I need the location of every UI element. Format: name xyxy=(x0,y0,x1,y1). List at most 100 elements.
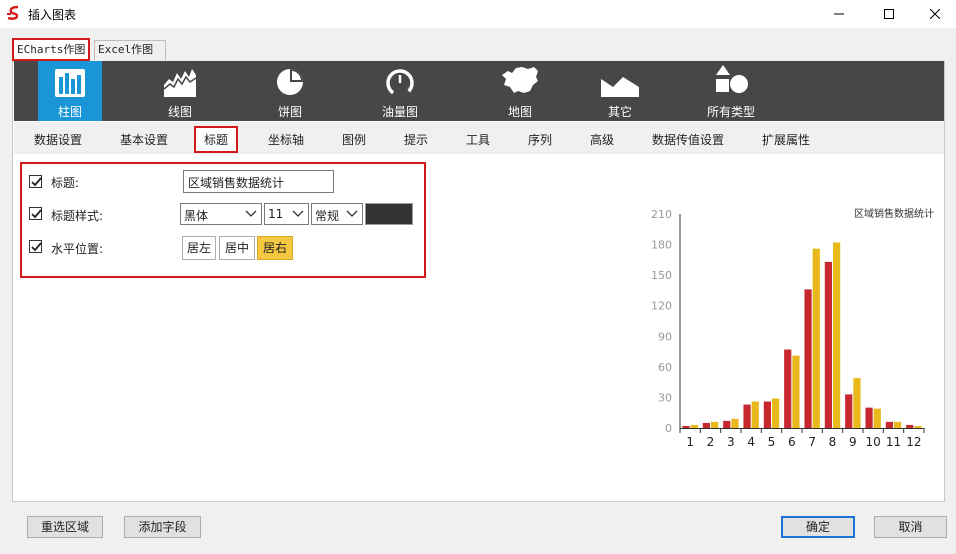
chart-bar xyxy=(853,378,861,428)
tab-series[interactable]: 序列 xyxy=(528,131,552,148)
minimize-icon xyxy=(834,13,844,15)
tab-data-settings[interactable]: 数据设置 xyxy=(34,131,82,148)
x-tick-label: 3 xyxy=(727,435,735,449)
chart-bar xyxy=(885,421,893,428)
chart-type-pie-item[interactable]: 饼图 xyxy=(258,61,322,121)
chart-bar xyxy=(731,418,739,428)
chart-type-label: 线图 xyxy=(167,105,192,119)
tab-tooltip[interactable]: 提示 xyxy=(404,131,428,148)
chart-type-gauge-item[interactable]: 油量图 xyxy=(368,61,432,121)
chart-bar xyxy=(914,425,922,428)
gauge-icon xyxy=(386,69,414,97)
y-tick-label: 120 xyxy=(651,300,672,313)
chart-bar xyxy=(743,404,751,428)
x-tick-label: 2 xyxy=(707,435,715,449)
x-tick-label: 8 xyxy=(829,435,837,449)
chart-type-map-item[interactable]: 地图 xyxy=(488,61,552,121)
tab-title[interactable]: 标题 xyxy=(194,126,239,153)
x-tick-label: 6 xyxy=(788,435,796,449)
align-center-button[interactable]: 居中 xyxy=(219,236,255,260)
chart-type-bar: 柱图 线图 饼图 油量图 地图 其它 所有类型 xyxy=(14,61,944,121)
title-checkbox[interactable] xyxy=(29,175,42,188)
maximize-icon xyxy=(884,9,894,19)
title-input[interactable]: 区域销售数据统计 xyxy=(183,170,334,193)
chart-type-label: 所有类型 xyxy=(706,105,755,119)
chart-bar xyxy=(906,424,914,428)
chevron-down-icon xyxy=(245,210,257,217)
close-icon xyxy=(930,9,940,19)
checkmark-icon xyxy=(31,177,42,187)
chart-bar xyxy=(751,401,759,428)
chart-bar xyxy=(784,349,792,428)
chart-bar xyxy=(894,421,902,428)
tab-tools[interactable]: 工具 xyxy=(466,131,490,148)
y-tick-label: 180 xyxy=(651,239,672,252)
shapes-icon xyxy=(716,65,748,93)
app-logo-icon xyxy=(7,5,19,20)
chart-bar xyxy=(873,408,881,428)
bar-chart-icon xyxy=(55,69,85,97)
chart-type-all-item[interactable]: 所有类型 xyxy=(694,61,768,121)
y-tick-label: 30 xyxy=(658,391,672,404)
font-color-picker[interactable] xyxy=(365,203,413,225)
title-style-label: 标题样式: xyxy=(51,209,104,223)
chart-type-label: 柱图 xyxy=(57,105,82,119)
chart-bar xyxy=(723,420,731,428)
window-title: 插入图表 xyxy=(28,8,77,22)
chart-bar xyxy=(711,421,719,428)
close-button[interactable] xyxy=(912,0,956,28)
tab-excel[interactable]: Excel作图 xyxy=(94,40,166,60)
chart-bar xyxy=(702,422,710,428)
maximize-button[interactable] xyxy=(866,0,912,28)
title-bar: 插入图表 xyxy=(0,0,956,28)
chart-bar xyxy=(833,242,841,428)
add-field-button[interactable]: 添加字段 xyxy=(124,516,201,538)
chart-bar xyxy=(772,398,780,428)
tab-axis[interactable]: 坐标轴 xyxy=(268,131,304,148)
tab-advanced[interactable]: 高级 xyxy=(590,131,614,148)
x-tick-label: 7 xyxy=(808,435,816,449)
chart-bar xyxy=(792,355,800,428)
x-tick-label: 4 xyxy=(747,435,755,449)
font-weight-select[interactable]: 常规 xyxy=(311,203,363,225)
checkmark-icon xyxy=(31,242,42,252)
tab-legend[interactable]: 图例 xyxy=(342,131,366,148)
chart-preview: 区域销售数据统计03060901201501802101 2 3 4 5 6 7 8 9 10 11… xyxy=(651,207,934,449)
position-checkbox[interactable] xyxy=(29,240,42,253)
chart-type-label: 其它 xyxy=(607,105,632,119)
chart-type-other-item[interactable]: 其它 xyxy=(588,61,652,121)
minimize-button[interactable] xyxy=(816,0,862,28)
y-tick-label: 150 xyxy=(651,269,672,282)
title-style-checkbox[interactable] xyxy=(29,207,42,220)
align-left-button[interactable]: 居左 xyxy=(182,236,216,260)
x-tick-label: 11 xyxy=(886,435,901,449)
chart-type-line-item[interactable]: 线图 xyxy=(148,61,212,121)
tab-basic-settings[interactable]: 基本设置 xyxy=(120,131,168,148)
tab-data-transfer[interactable]: 数据传值设置 xyxy=(652,131,724,148)
font-size-select[interactable]: 11 xyxy=(264,203,309,225)
line-chart-icon xyxy=(164,69,196,97)
x-tick-label: 1 xyxy=(686,435,694,449)
ok-button[interactable]: 确定 xyxy=(781,516,855,538)
tab-extended-props[interactable]: 扩展属性 xyxy=(762,131,810,148)
map-icon xyxy=(502,67,538,93)
y-tick-label: 210 xyxy=(651,208,672,221)
chart-title: 区域销售数据统计 xyxy=(854,207,934,220)
align-right-button[interactable]: 居右 xyxy=(257,236,293,260)
settings-tabs: 数据设置 基本设置 标题 坐标轴 图例 提示 工具 序列 高级 数据传值设置 扩… xyxy=(14,122,944,154)
chart-type-bar-item[interactable]: 柱图 xyxy=(38,61,102,121)
chart-bar xyxy=(682,425,690,428)
position-label: 水平位置: xyxy=(51,242,104,256)
chart-type-label: 油量图 xyxy=(381,105,418,119)
reselect-range-button[interactable]: 重选区域 xyxy=(27,516,103,538)
chart-type-label: 地图 xyxy=(507,105,532,119)
y-tick-label: 0 xyxy=(665,422,672,435)
title-label: 标题: xyxy=(51,176,80,190)
x-tick-label: 9 xyxy=(849,435,857,449)
pie-chart-icon xyxy=(277,69,303,95)
cancel-button[interactable]: 取消 xyxy=(874,516,947,538)
font-family-select[interactable]: 黑体 xyxy=(180,203,262,225)
chart-bar xyxy=(845,394,853,428)
y-tick-label: 60 xyxy=(658,361,672,374)
tab-echarts[interactable]: ECharts作图 xyxy=(12,38,90,61)
